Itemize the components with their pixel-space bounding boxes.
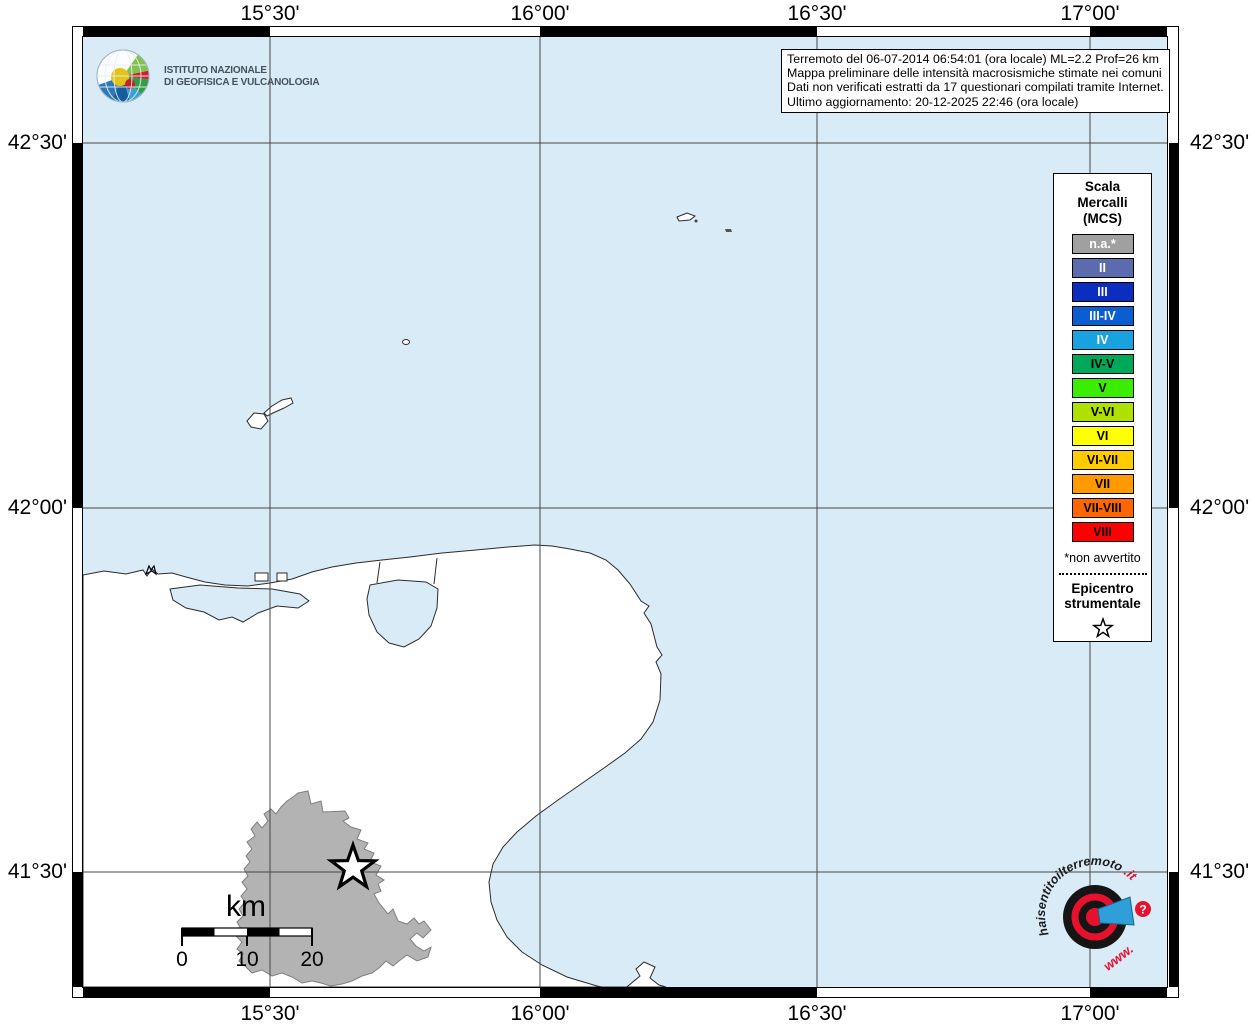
frame-band bbox=[1090, 27, 1167, 36]
frame-band bbox=[1169, 143, 1178, 508]
axis-label-bottom-1700: 17°00' bbox=[1030, 1002, 1150, 1024]
info-line-questionnaires: Dati non verificati estratti da 17 quest… bbox=[787, 80, 1164, 94]
scalebar-tick-0: 0 bbox=[176, 948, 188, 971]
info-line-updated: Ultimo aggiornamento: 20-12-2025 22:46 (… bbox=[787, 95, 1164, 109]
legend-swatch-vii: VII bbox=[1072, 474, 1134, 494]
legend-swatch-v: V bbox=[1072, 378, 1134, 398]
axis-label-bottom-1630: 16°30' bbox=[757, 1002, 877, 1024]
scalebar-tick-20: 20 bbox=[300, 948, 323, 971]
axis-label-left-4130: 41°30' bbox=[0, 860, 67, 884]
frame-band bbox=[540, 27, 817, 36]
frame-band bbox=[73, 143, 82, 508]
legend-swatch-vii-viii: VII-VIII bbox=[1072, 498, 1134, 518]
haisentitoilterremoto-logo: ? haisentitoilterremoto .it www. bbox=[1035, 855, 1159, 984]
ingv-line-1: ISTITUTO NAZIONALE bbox=[164, 65, 319, 77]
axis-label-top-1530: 15°30' bbox=[210, 2, 330, 26]
legend-swatch-iv-v: IV-V bbox=[1072, 354, 1134, 374]
lagoon-channel-mark bbox=[277, 573, 287, 581]
ingv-brand: ISTITUTO NAZIONALE DI GEOFISICA E VULCAN… bbox=[95, 46, 319, 108]
legend-swatch-ii: II bbox=[1072, 258, 1134, 278]
legend-footnote: *non avvertito bbox=[1064, 551, 1140, 565]
legend-swatch-v-vi: V-VI bbox=[1072, 402, 1134, 422]
axis-label-bottom-1600: 16°00' bbox=[480, 1002, 600, 1024]
legend-swatch-viii: VIII bbox=[1072, 522, 1134, 542]
frame-band bbox=[540, 988, 817, 997]
islet-dot bbox=[695, 220, 698, 223]
frame-band bbox=[83, 27, 270, 36]
ingv-line-2: DI GEOFISICA E VULCANOLOGIA bbox=[164, 77, 319, 89]
axis-label-bottom-1530: 15°30' bbox=[210, 1002, 330, 1024]
legend-swatches: n.a.* II III III-IV IV IV-V V V-VI VI VI… bbox=[1072, 234, 1134, 542]
question-mark: ? bbox=[1139, 903, 1146, 917]
frame-band bbox=[1169, 872, 1178, 987]
axis-label-right-4230: 42°30' bbox=[1190, 131, 1255, 155]
lagoon-channel-mark bbox=[255, 573, 268, 581]
frame-band bbox=[1090, 988, 1167, 997]
axis-label-left-4200: 42°00' bbox=[0, 496, 67, 520]
info-line-event: Terremoto del 06-07-2014 06:54:01 (ora l… bbox=[787, 52, 1164, 66]
epicenter-star-icon bbox=[1090, 616, 1116, 641]
axis-label-right-4200: 42°00' bbox=[1190, 496, 1255, 520]
earthquake-info-box: Terremoto del 06-07-2014 06:54:01 (ora l… bbox=[781, 49, 1170, 113]
small-island bbox=[403, 340, 410, 345]
scalebar-unit-label: km bbox=[226, 890, 266, 923]
legend-swatch-vi-vii: VI-VII bbox=[1072, 450, 1134, 470]
legend-swatch-na: n.a.* bbox=[1072, 234, 1134, 254]
frame-band bbox=[73, 872, 82, 987]
haisentito-logo-icon: ? haisentitoilterremoto .it www. bbox=[1035, 855, 1159, 979]
legend-epicenter-label: Epicentro strumentale bbox=[1064, 581, 1141, 611]
axis-label-right-4130: 41°30' bbox=[1190, 860, 1255, 884]
axis-label-top-1630: 16°30' bbox=[757, 2, 877, 26]
axis-label-top-1700: 17°00' bbox=[1030, 2, 1150, 26]
info-line-map-desc: Mappa preliminare delle intensità macros… bbox=[787, 66, 1164, 80]
ingv-globe-logo-icon bbox=[95, 46, 153, 108]
map-canvas: km 0 10 20 bbox=[83, 37, 1167, 987]
tremiti-island-caprara bbox=[264, 398, 293, 416]
ingv-wordmark: ISTITUTO NAZIONALE DI GEOFISICA E VULCAN… bbox=[164, 65, 319, 89]
macroseismic-map-page: 15°30' 16°00' 16°30' 17°00' 15°30' 16°00… bbox=[0, 0, 1255, 1024]
islet-dot bbox=[725, 229, 732, 232]
legend-swatch-iii: III bbox=[1072, 282, 1134, 302]
axis-label-left-4230: 42°30' bbox=[0, 131, 67, 155]
legend-divider bbox=[1059, 573, 1147, 575]
scalebar-tick-10: 10 bbox=[235, 948, 258, 971]
legend-swatch-iii-iv: III-IV bbox=[1072, 306, 1134, 326]
axis-label-top-1600: 16°00' bbox=[480, 2, 600, 26]
mercalli-legend: Scala Mercalli (MCS) n.a.* II III III-IV… bbox=[1053, 173, 1152, 642]
tremiti-island-san-domino bbox=[247, 413, 268, 429]
frame-band bbox=[83, 988, 270, 997]
map-svg: km 0 10 20 bbox=[83, 37, 1167, 987]
legend-swatch-vi: VI bbox=[1072, 426, 1134, 446]
pianosa-island bbox=[677, 213, 695, 221]
legend-swatch-iv: IV bbox=[1072, 330, 1134, 350]
legend-title: Scala Mercalli (MCS) bbox=[1077, 179, 1127, 227]
